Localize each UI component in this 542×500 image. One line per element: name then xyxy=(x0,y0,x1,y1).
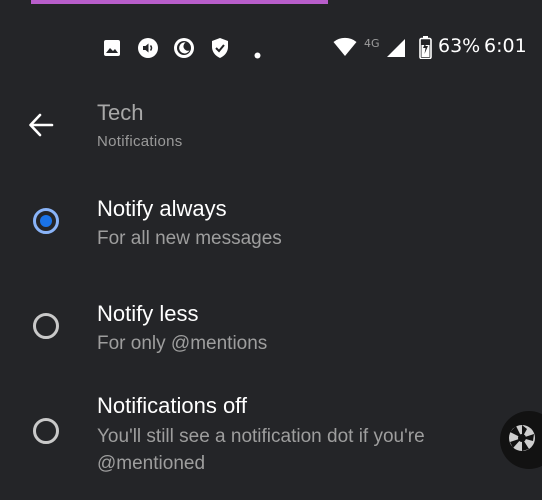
battery-icon xyxy=(419,36,432,63)
page-title: Tech xyxy=(97,100,144,125)
option-description: You'll still see a notification dot if y… xyxy=(97,426,425,474)
option-notify-always[interactable]: Notify always For all new messages xyxy=(0,190,542,270)
wifi-icon xyxy=(333,37,357,61)
shield-icon xyxy=(211,37,229,63)
arrow-back-icon xyxy=(28,112,54,142)
option-notifications-off[interactable]: Notifications off You'll still see a not… xyxy=(0,390,542,490)
battery-percent: 63% xyxy=(438,35,481,57)
option-description: For all new messages xyxy=(97,228,282,249)
option-label: Notifications off xyxy=(97,393,248,418)
moon-icon xyxy=(173,37,195,63)
signal-icon xyxy=(386,38,406,62)
radio-notifications-off[interactable] xyxy=(33,418,59,444)
option-description: For only @mentions xyxy=(97,333,268,354)
option-label: Notify always xyxy=(97,196,227,221)
back-button[interactable] xyxy=(18,104,64,150)
option-notify-less[interactable]: Notify less For only @mentions xyxy=(0,296,542,376)
top-accent-bar xyxy=(31,0,328,4)
image-icon xyxy=(103,39,121,61)
dot-icon xyxy=(254,44,261,63)
network-type: 4G xyxy=(364,37,380,50)
option-label: Notify less xyxy=(97,301,199,326)
radio-notify-always[interactable] xyxy=(33,208,59,234)
volume-icon xyxy=(137,37,159,63)
status-bar: 4G 63% 6:01 xyxy=(0,30,542,64)
page-subtitle: Notifications xyxy=(97,133,183,150)
clock: 6:01 xyxy=(484,35,527,57)
camera-shutter-icon xyxy=(507,423,537,457)
radio-notify-less[interactable] xyxy=(33,313,59,339)
